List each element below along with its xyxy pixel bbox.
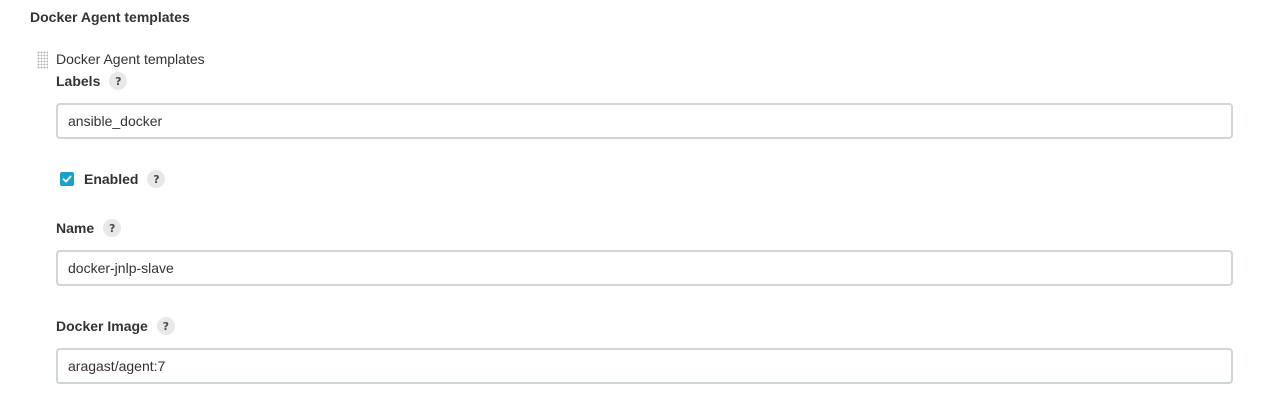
checkmark-icon (62, 175, 72, 183)
name-help-icon[interactable]: ? (103, 219, 122, 237)
labels-label: Labels (56, 73, 101, 89)
enabled-checkbox[interactable] (60, 172, 74, 186)
docker-image-input[interactable] (56, 348, 1233, 384)
name-label: Name (56, 220, 95, 236)
labels-input[interactable] (56, 103, 1233, 139)
drag-handle-icon[interactable] (37, 51, 48, 69)
enabled-help-icon[interactable]: ? (147, 170, 166, 188)
docker-image-help-icon[interactable]: ? (156, 317, 175, 335)
name-field-label-row: Name ? (56, 219, 122, 237)
labels-field-label-row: Labels ? (56, 72, 128, 90)
docker-image-field-label-row: Docker Image ? (56, 317, 175, 335)
docker-agent-templates-page: Docker Agent templates Docker Agent temp… (0, 0, 1269, 407)
template-header: Docker Agent templates (56, 51, 205, 67)
enabled-label[interactable]: Enabled (84, 171, 138, 187)
docker-image-label: Docker Image (56, 318, 148, 334)
name-input[interactable] (56, 250, 1233, 286)
enabled-row: Enabled ? (60, 170, 166, 188)
labels-help-icon[interactable]: ? (109, 72, 128, 90)
section-title: Docker Agent templates (30, 9, 190, 25)
